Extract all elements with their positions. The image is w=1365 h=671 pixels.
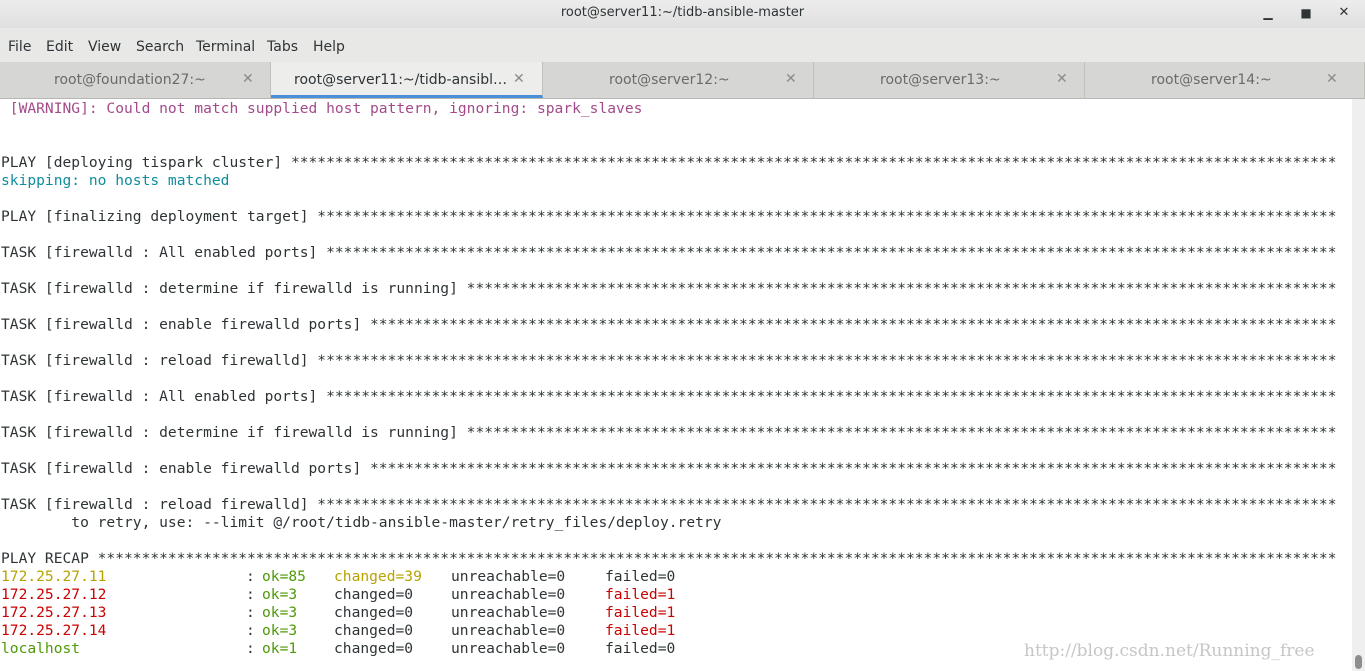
- recap-unreachable: unreachable=0: [451, 568, 566, 585]
- warning-line: [WARNING]: Could not match supplied host…: [1, 100, 643, 117]
- recap-ok: ok=3: [262, 622, 298, 639]
- recap-unreachable: unreachable=0: [451, 622, 566, 639]
- tab-close-icon[interactable]: ✕: [1326, 71, 1338, 87]
- recap-ok: ok=85: [262, 568, 306, 585]
- task-line: TASK [firewalld : enable firewalld ports…: [1, 316, 1337, 333]
- recap-colon: :: [246, 622, 255, 639]
- task-line: TASK [firewalld : All enabled ports] ***…: [1, 388, 1337, 405]
- skipping-line: skipping: no hosts matched: [1, 172, 230, 189]
- tab-server11[interactable]: root@server11:~/tidb-ansibl… ✕: [271, 62, 543, 98]
- recap-colon: :: [246, 586, 255, 603]
- recap-unreachable: unreachable=0: [451, 640, 566, 657]
- task-line: TASK [firewalld : reload firewalld] ****…: [1, 496, 1337, 513]
- tab-foundation27[interactable]: root@foundation27:~ ✕: [0, 62, 271, 98]
- recap-host: 172.25.27.11: [1, 568, 107, 585]
- recap-changed: changed=0: [334, 622, 414, 639]
- recap-failed: failed=0: [605, 568, 676, 585]
- recap-failed: failed=1: [605, 622, 676, 639]
- window-title: root@server11:~/tidb-ansible-master: [560, 5, 805, 20]
- recap-unreachable: unreachable=0: [451, 586, 566, 603]
- recap-ok: ok=1: [262, 640, 298, 657]
- tab-close-icon[interactable]: ✕: [1056, 71, 1068, 87]
- tab-server14[interactable]: root@server14:~ ✕: [1085, 62, 1365, 98]
- recap-row: 172.25.27.13 : ok=3 changed=0 unreachabl…: [1, 604, 1351, 622]
- menu-terminal[interactable]: Terminal: [196, 39, 255, 55]
- menu-file[interactable]: File: [8, 39, 31, 55]
- recap-changed: changed=39: [334, 568, 422, 585]
- recap-colon: :: [246, 568, 255, 585]
- menu-tabs[interactable]: Tabs: [267, 39, 298, 55]
- terminal-scrollbar[interactable]: [1352, 99, 1365, 671]
- recap-row: 172.25.27.14 : ok=3 changed=0 unreachabl…: [1, 622, 1351, 640]
- watermark: http://blog.csdn.net/Running_free: [1024, 641, 1315, 661]
- recap-ok: ok=3: [262, 586, 298, 603]
- recap-colon: :: [246, 604, 255, 621]
- play-line: PLAY [deploying tispark cluster] *******…: [1, 154, 1337, 171]
- menu-view[interactable]: View: [88, 39, 121, 55]
- scrollbar-thumb[interactable]: [1355, 655, 1362, 669]
- play-line: PLAY [finalizing deployment target] ****…: [1, 208, 1337, 225]
- recap-line: PLAY RECAP *****************************…: [1, 550, 1337, 567]
- tab-server12[interactable]: root@server12:~ ✕: [543, 62, 814, 98]
- close-icon[interactable]: ✕: [1333, 3, 1355, 23]
- tab-close-icon[interactable]: ✕: [785, 71, 797, 87]
- recap-unreachable: unreachable=0: [451, 604, 566, 621]
- task-line: TASK [firewalld : All enabled ports] ***…: [1, 244, 1337, 261]
- window-titlebar: root@server11:~/tidb-ansible-master ▁ ■ …: [0, 0, 1365, 28]
- maximize-icon[interactable]: ■: [1295, 3, 1317, 23]
- terminal-output[interactable]: [WARNING]: Could not match supplied host…: [0, 99, 1352, 671]
- recap-failed: failed=1: [605, 586, 676, 603]
- minimize-icon[interactable]: ▁: [1257, 3, 1279, 23]
- tab-label: root@server11:~/tidb-ansibl…: [294, 72, 507, 88]
- tab-close-icon[interactable]: ✕: [513, 71, 525, 87]
- tab-bar: root@foundation27:~ ✕ root@server11:~/ti…: [0, 62, 1365, 99]
- recap-host: localhost: [1, 640, 81, 657]
- recap-host: 172.25.27.12: [1, 586, 107, 603]
- menu-search[interactable]: Search: [136, 39, 184, 55]
- recap-ok: ok=3: [262, 604, 298, 621]
- recap-host: 172.25.27.13: [1, 604, 107, 621]
- task-line: TASK [firewalld : enable firewalld ports…: [1, 460, 1337, 477]
- task-line: TASK [firewalld : determine if firewalld…: [1, 280, 1337, 297]
- recap-changed: changed=0: [334, 640, 414, 657]
- menu-bar: File Edit View Search Terminal Tabs Help: [0, 28, 1365, 62]
- recap-host: 172.25.27.14: [1, 622, 107, 639]
- tab-close-icon[interactable]: ✕: [242, 71, 254, 87]
- tab-label: root@server13:~: [880, 72, 1001, 88]
- task-line: TASK [firewalld : reload firewalld] ****…: [1, 352, 1337, 369]
- recap-colon: :: [246, 640, 255, 657]
- recap-changed: changed=0: [334, 604, 414, 621]
- retry-line: to retry, use: --limit @/root/tidb-ansib…: [1, 514, 722, 531]
- tab-label: root@server14:~: [1151, 72, 1272, 88]
- recap-failed: failed=1: [605, 604, 676, 621]
- recap-row: 172.25.27.11 : ok=85 changed=39 unreacha…: [1, 568, 1351, 586]
- menu-help[interactable]: Help: [313, 39, 345, 55]
- recap-changed: changed=0: [334, 586, 414, 603]
- task-line: TASK [firewalld : determine if firewalld…: [1, 424, 1337, 441]
- tab-label: root@server12:~: [609, 72, 730, 88]
- tab-server13[interactable]: root@server13:~ ✕: [814, 62, 1085, 98]
- recap-failed: failed=0: [605, 640, 676, 657]
- tab-label: root@foundation27:~: [54, 72, 206, 88]
- recap-row: 172.25.27.12 : ok=3 changed=0 unreachabl…: [1, 586, 1351, 604]
- menu-edit[interactable]: Edit: [46, 39, 73, 55]
